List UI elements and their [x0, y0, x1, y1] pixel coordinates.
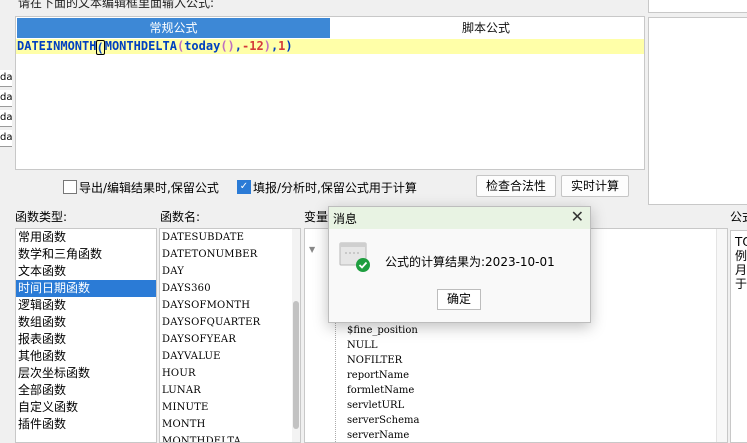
fn-name-item[interactable]: DAYSOFQUARTER	[160, 314, 300, 331]
variable-item[interactable]: $fine_position	[335, 323, 725, 338]
validate-button[interactable]: 检查合法性	[476, 175, 556, 197]
variable-item[interactable]: servletURL	[335, 398, 725, 413]
fn-name-item[interactable]: MONTH	[160, 416, 300, 433]
success-check-icon	[339, 242, 370, 272]
fn-type-item[interactable]: 逻辑函数	[16, 297, 156, 314]
description-text: 于	[735, 277, 747, 291]
fn-name-item[interactable]: MINUTE	[160, 399, 300, 416]
scrollbar-thumb[interactable]	[293, 301, 299, 429]
formula-editor[interactable]: 常规公式 脚本公式 DATEINMONTH(MONTHDELTA(today()…	[15, 16, 645, 170]
fn-name-item[interactable]: DAYS360	[160, 280, 300, 297]
dialog-message: 公式的计算结果为:2023-10-01	[385, 255, 555, 269]
fn-name-item[interactable]: DAY	[160, 263, 300, 280]
variable-item[interactable]: NULL	[335, 338, 725, 353]
tree-expand-icon[interactable]: ▼	[309, 245, 315, 254]
export-keep-formula-checkbox[interactable]	[63, 180, 77, 194]
top-right-field[interactable]	[648, 0, 747, 13]
fn-type-item[interactable]: 其他函数	[16, 348, 156, 365]
formula-fn-monthdelta: MONTHDELTA	[104, 39, 177, 53]
sheet-cell: da	[0, 110, 12, 127]
fn-list-scrollbar[interactable]	[292, 229, 300, 442]
fn-name-list[interactable]: DATESUBDATE DATETONUMBER DAY DAYS360 DAY…	[159, 228, 301, 443]
formula-paren: )	[285, 39, 293, 53]
text-caret: (	[96, 40, 105, 55]
dialog-title-bar[interactable]: 消息 ✕	[329, 207, 590, 229]
fill-keep-formula-label: 填报/分析时,保留公式用于计算	[253, 181, 417, 195]
fn-type-list[interactable]: 常用函数 数学和三角函数 文本函数 时间日期函数 逻辑函数 数组函数 报表函数 …	[15, 228, 157, 443]
message-dialog: 消息 ✕ 公式的计算结果为:2023-10-01 确定	[328, 206, 591, 323]
fn-name-item[interactable]: MONTHDELTA	[160, 433, 300, 442]
formula-fn-today: today	[184, 39, 221, 53]
sheet-cell: da	[0, 70, 12, 87]
variable-item[interactable]: reportName	[335, 368, 725, 383]
fn-name-item[interactable]: DAYSOFYEAR	[160, 331, 300, 348]
export-keep-formula-label: 导出/编辑结果时,保留公式	[79, 181, 219, 195]
fn-type-item[interactable]: 常用函数	[16, 229, 156, 246]
fn-name-item[interactable]: DAYVALUE	[160, 348, 300, 365]
fn-type-item[interactable]: 全部函数	[16, 382, 156, 399]
variables-scrollbar[interactable]	[716, 229, 727, 442]
description-text: TO	[735, 235, 747, 249]
fn-type-item[interactable]: 报表函数	[16, 331, 156, 348]
fn-name-label: 函数名:	[160, 210, 201, 224]
fn-type-item[interactable]: 文本函数	[16, 263, 156, 280]
formula-paren: )	[263, 39, 271, 53]
formula-preview-panel	[648, 17, 747, 205]
variables-label: 变量	[304, 210, 329, 224]
fn-name-item[interactable]: LUNAR	[160, 382, 300, 399]
sheet-cell: da	[0, 90, 12, 107]
background-sheet-strip: da da da da	[0, 70, 12, 150]
fn-name-item[interactable]: DAYSOFMONTH	[160, 297, 300, 314]
realtime-calc-button[interactable]: 实时计算	[561, 175, 629, 197]
close-icon[interactable]: ✕	[571, 208, 584, 226]
fill-keep-formula-checkbox[interactable]: ✓	[237, 180, 251, 194]
fn-name-item[interactable]: HOUR	[160, 365, 300, 382]
description-text: 例	[735, 249, 747, 263]
formula-comma: ,	[234, 39, 243, 53]
description-label: 公式	[730, 210, 747, 224]
variable-item[interactable]: serverSchema	[335, 413, 725, 428]
formula-fn-dateinmonth: DATEINMONTH	[17, 39, 97, 53]
formula-text-line[interactable]: DATEINMONTH(MONTHDELTA(today(),-12),1)	[16, 39, 644, 55]
description-text: 月	[735, 263, 747, 277]
sheet-cell: da	[0, 130, 12, 147]
tab-script-formula[interactable]: 脚本公式	[330, 18, 642, 38]
ok-button[interactable]: 确定	[437, 289, 481, 310]
fn-description-panel: TO 例 月 于	[730, 230, 747, 443]
fn-type-item[interactable]: 插件函数	[16, 416, 156, 433]
formula-prompt: 请在下面的文本编辑框里面输入公式:	[18, 0, 215, 10]
fn-type-item[interactable]: 数学和三角函数	[16, 246, 156, 263]
fn-type-label: 函数类型:	[15, 210, 68, 224]
fn-name-item[interactable]: DATESUBDATE	[160, 229, 300, 246]
formula-number: -12	[242, 39, 264, 53]
variable-item[interactable]: NOFILTER	[335, 353, 725, 368]
dialog-title: 消息	[333, 212, 358, 226]
fn-type-item[interactable]: 数组函数	[16, 314, 156, 331]
formula-paren: (	[96, 41, 104, 55]
tab-regular-formula[interactable]: 常规公式	[17, 18, 330, 38]
fn-name-item[interactable]: DATETONUMBER	[160, 246, 300, 263]
fn-type-item-selected[interactable]: 时间日期函数	[16, 280, 156, 297]
fn-type-item[interactable]: 层次坐标函数	[16, 365, 156, 382]
formula-paren: ()	[220, 39, 235, 53]
fn-type-item[interactable]: 自定义函数	[16, 399, 156, 416]
variable-item[interactable]: formletName	[335, 383, 725, 398]
